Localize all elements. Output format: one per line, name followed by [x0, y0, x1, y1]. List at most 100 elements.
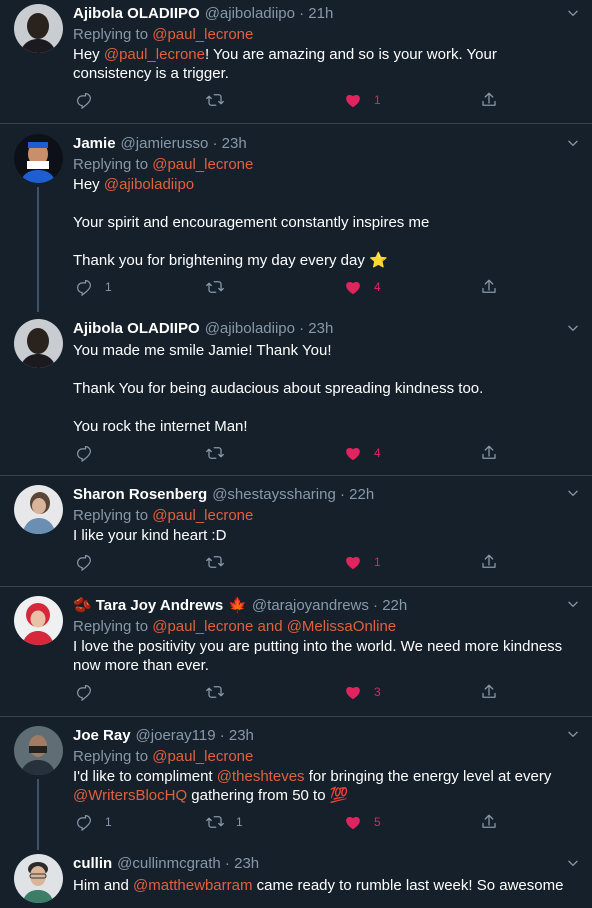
- author-handle[interactable]: @ajiboladiipo · 23h: [205, 319, 334, 339]
- retweet-button[interactable]: [206, 91, 224, 109]
- avatar[interactable]: [14, 485, 63, 534]
- chevron-down-icon[interactable]: [566, 727, 580, 741]
- tweet[interactable]: Jamie @jamierusso · 23h Replying to @paul…: [0, 124, 592, 312]
- retweet-button[interactable]: [206, 278, 224, 296]
- tweet[interactable]: Joe Ray @joeray119 · 23h Replying to @pau…: [0, 717, 592, 850]
- retweet-icon: [206, 91, 224, 109]
- share-button[interactable]: [480, 683, 498, 701]
- author-handle[interactable]: @joeray119 · 23h: [136, 726, 254, 746]
- avatar[interactable]: [14, 854, 63, 903]
- like-icon: [344, 278, 362, 296]
- reply-icon: [75, 683, 93, 701]
- reply-button[interactable]: [75, 91, 93, 109]
- tweet-text: I like your kind heart :D: [73, 527, 227, 544]
- mention[interactable]: @WritersBlocHQ: [73, 787, 187, 804]
- reply-icon: [75, 553, 93, 571]
- tweet-text: Him and @matthewbarram came ready to rum…: [73, 877, 564, 894]
- tweet-text: I love the positivity you are putting in…: [73, 638, 563, 674]
- share-button[interactable]: [480, 91, 498, 109]
- name-emoji: 🫘: [73, 597, 92, 614]
- like-button[interactable]: 1: [344, 91, 381, 109]
- replying-to: Replying to @paul_lecrone: [73, 26, 254, 43]
- reply-button[interactable]: 1: [75, 278, 112, 296]
- retweet-button[interactable]: [206, 683, 224, 701]
- chevron-down-icon[interactable]: [566, 597, 580, 611]
- author-name[interactable]: Tara Joy Andrews: [96, 596, 224, 616]
- like-button[interactable]: 5: [344, 813, 381, 831]
- like-button[interactable]: 4: [344, 278, 381, 296]
- retweet-button[interactable]: [206, 553, 224, 571]
- like-count: 1: [374, 555, 381, 569]
- retweet-icon: [206, 683, 224, 701]
- mention[interactable]: @ajiboladiipo: [104, 176, 194, 193]
- reply-button[interactable]: [75, 683, 93, 701]
- tweet-text: You made me smile Jamie! Thank You! Than…: [73, 342, 484, 435]
- like-button[interactable]: 4: [344, 444, 381, 462]
- chevron-down-icon[interactable]: [566, 136, 580, 150]
- avatar[interactable]: [14, 319, 63, 368]
- mention[interactable]: @theshteves: [217, 768, 305, 785]
- like-count: 4: [374, 280, 381, 294]
- tweet-actions: 1: [73, 545, 576, 579]
- mention[interactable]: @paul_lecrone: [104, 46, 205, 63]
- replying-to: Replying to @paul_lecrone: [73, 156, 254, 173]
- author-name[interactable]: Ajibola OLADIIPO: [73, 319, 200, 339]
- tweet-text: I'd like to compliment @theshteves for b…: [73, 768, 552, 804]
- reply-icon: [75, 278, 93, 296]
- like-count: 3: [374, 685, 381, 699]
- author-name[interactable]: cullin: [73, 854, 112, 874]
- reply-count: 1: [105, 280, 112, 294]
- share-button[interactable]: [480, 278, 498, 296]
- avatar[interactable]: [14, 4, 63, 53]
- chevron-down-icon[interactable]: [566, 321, 580, 335]
- chevron-down-icon[interactable]: [566, 856, 580, 870]
- like-button[interactable]: 3: [344, 683, 381, 701]
- share-button[interactable]: [480, 444, 498, 462]
- retweet-count: 1: [236, 815, 243, 829]
- reply-button[interactable]: 1: [75, 813, 112, 831]
- thread-line: [37, 779, 39, 850]
- tweet[interactable]: 🫘 Tara Joy Andrews 🍁 @tarajoyandrews · 22h …: [0, 587, 592, 717]
- like-icon: [344, 553, 362, 571]
- reply-count: 1: [105, 815, 112, 829]
- tweet[interactable]: Ajibola OLADIIPO @ajiboladiipo · 23h You …: [0, 312, 592, 476]
- author-handle[interactable]: @shestayssharing · 22h: [212, 485, 374, 505]
- share-button[interactable]: [480, 553, 498, 571]
- retweet-button[interactable]: [206, 444, 224, 462]
- share-icon: [480, 813, 498, 831]
- author-handle[interactable]: @cullinmcgrath · 23h: [117, 854, 259, 874]
- reply-button[interactable]: [75, 553, 93, 571]
- avatar[interactable]: [14, 726, 63, 775]
- tweet-actions: 3: [73, 675, 576, 709]
- tweet-text: Hey @ajiboladiipo Your spirit and encour…: [73, 176, 430, 269]
- author-name[interactable]: Sharon Rosenberg: [73, 485, 207, 505]
- retweet-button[interactable]: 1: [206, 813, 243, 831]
- like-icon: [344, 444, 362, 462]
- share-icon: [480, 91, 498, 109]
- tweet[interactable]: Sharon Rosenberg @shestayssharing · 22h R…: [0, 476, 592, 587]
- author-name[interactable]: Ajibola OLADIIPO: [73, 4, 200, 24]
- author-name[interactable]: Jamie: [73, 134, 116, 154]
- avatar[interactable]: [14, 596, 63, 645]
- like-button[interactable]: 1: [344, 553, 381, 571]
- chevron-down-icon[interactable]: [566, 6, 580, 20]
- replying-to: Replying to @paul_lecrone and @MelissaOn…: [73, 618, 397, 635]
- tweet[interactable]: Ajibola OLADIIPO @ajiboladiipo · 21h Repl…: [0, 0, 592, 124]
- author-handle[interactable]: @jamierusso · 23h: [121, 134, 247, 154]
- author-name[interactable]: Joe Ray: [73, 726, 131, 746]
- reply-button[interactable]: [75, 444, 93, 462]
- author-handle[interactable]: @ajiboladiipo · 21h: [205, 4, 334, 24]
- tweet-actions: 1 1 5: [73, 805, 576, 839]
- author-handle[interactable]: @tarajoyandrews · 22h: [252, 596, 407, 616]
- avatar[interactable]: [14, 134, 63, 183]
- reply-icon: [75, 91, 93, 109]
- chevron-down-icon[interactable]: [566, 486, 580, 500]
- tweet[interactable]: cullin @cullinmcgrath · 23h Him and @matt…: [0, 850, 592, 908]
- like-icon: [344, 91, 362, 109]
- name-emoji: 🍁: [228, 597, 247, 614]
- retweet-icon: [206, 553, 224, 571]
- mention[interactable]: @matthewbarram: [133, 877, 252, 894]
- share-button[interactable]: [480, 813, 498, 831]
- like-count: 5: [374, 815, 381, 829]
- reply-icon: [75, 813, 93, 831]
